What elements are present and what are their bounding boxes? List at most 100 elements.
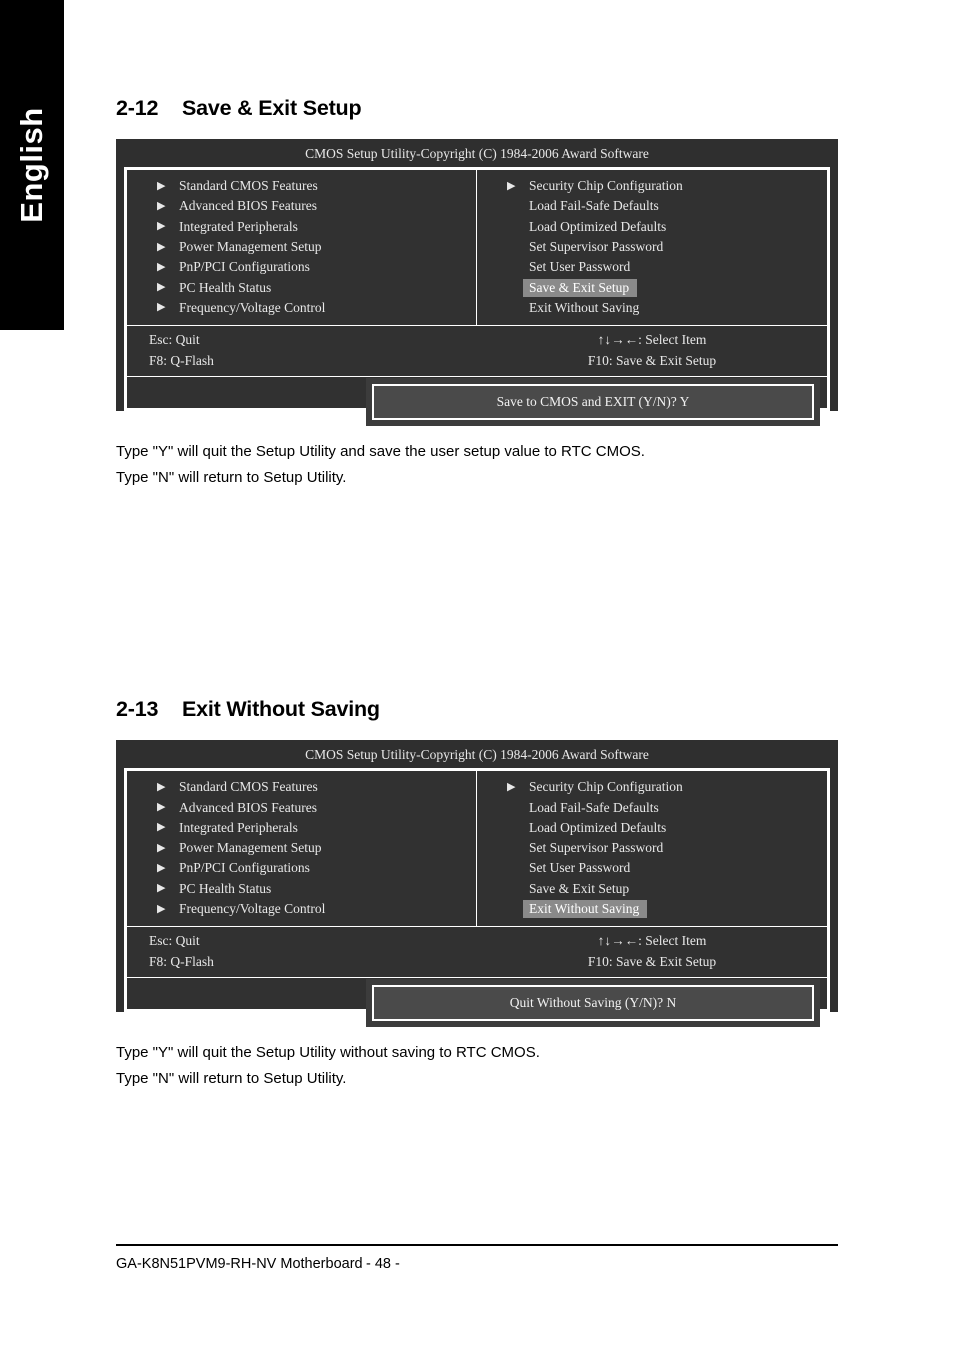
menu-item-label: Integrated Peripherals	[179, 819, 298, 835]
triangle-bullet-icon: ▶	[157, 902, 166, 915]
footer-page-number: - 48 -	[366, 1256, 400, 1272]
triangle-bullet-icon: ▶	[157, 882, 166, 895]
triangle-bullet-icon: ▶	[507, 780, 516, 793]
triangle-bullet-icon: ▶	[157, 861, 166, 874]
menu-item[interactable]: ▶Load Optimized Defaults	[477, 818, 827, 838]
menu-item-label: Save & Exit Setup	[529, 880, 630, 896]
page-content: 2-12 Save & Exit Setup CMOS Setup Utility…	[116, 0, 838, 1092]
section-paragraph: Type "N" will return to Setup Utility.	[116, 1070, 347, 1088]
bios-outer-frame: ▶ Standard CMOS Features ▶ Advanced BIOS F…	[124, 768, 830, 1013]
bios-inner-frame: ▶ Standard CMOS Features ▶ Advanced BIOS F…	[126, 169, 828, 410]
bios-menu-area: ▶ Standard CMOS Features ▶ Advanced BIOS F…	[127, 170, 827, 327]
triangle-bullet-icon: ▶	[157, 821, 166, 834]
menu-item[interactable]: ▶ Frequency/Voltage Control	[127, 899, 476, 919]
menu-item-label: Advanced BIOS Features	[179, 799, 317, 815]
menu-item-label: Frequency/Voltage Control	[179, 299, 326, 315]
menu-item[interactable]: ▶ PnP/PCI Configurations	[127, 858, 476, 878]
triangle-bullet-icon: ▶	[157, 240, 166, 253]
menu-item-label: Load Fail-Safe Defaults	[529, 799, 659, 815]
menu-item[interactable]: ▶ Frequency/Voltage Control	[127, 298, 476, 318]
menu-item[interactable]: ▶ Power Management Setup	[127, 838, 476, 858]
menu-item[interactable]: ▶Set Supervisor Password	[477, 237, 827, 257]
menu-item[interactable]: ▶ Security Chip Configuration	[477, 777, 827, 797]
key-legend-left: Esc: Quit F8: Q-Flash	[127, 326, 477, 376]
menu-item[interactable]: ▶ Advanced BIOS Features	[127, 797, 476, 817]
menu-item[interactable]: ▶Load Fail-Safe Defaults	[477, 196, 827, 216]
footer-product-name: GA-K8N51PVM9-RH-NV Motherboard	[116, 1256, 363, 1272]
menu-item-label: Integrated Peripherals	[179, 218, 298, 234]
menu-item[interactable]: ▶ Standard CMOS Features	[127, 777, 476, 797]
menu-item[interactable]: ▶Load Fail-Safe Defaults	[477, 797, 827, 817]
triangle-bullet-icon: ▶	[157, 801, 166, 814]
key-legend-item: F10: Save & Exit Setup	[587, 953, 717, 969]
bios-menu-column-right: ▶ Security Chip Configuration ▶Load Fail-…	[477, 771, 827, 926]
bios-title-bar: CMOS Setup Utility-Copyright (C) 1984-20…	[305, 747, 649, 763]
menu-item-label: Security Chip Configuration	[529, 779, 683, 795]
menu-item-label: PC Health Status	[179, 880, 272, 896]
menu-item[interactable]: ▶ Power Management Setup	[127, 237, 476, 257]
key-legend-left: Esc: Quit F8: Q-Flash	[127, 927, 477, 977]
menu-item-label: PnP/PCI Configurations	[179, 259, 310, 275]
menu-item[interactable]: ▶ Integrated Peripherals	[127, 818, 476, 838]
menu-item[interactable]: ▶Load Optimized Defaults	[477, 217, 827, 237]
triangle-bullet-icon: ▶	[157, 301, 166, 314]
bios-key-legend: Esc: Quit F8: Q-Flash ↑↓→←: Select Item …	[127, 927, 827, 979]
menu-item[interactable]: ▶ Security Chip Configuration	[477, 176, 827, 196]
menu-item[interactable]: ▶ Advanced BIOS Features	[127, 196, 476, 216]
menu-item[interactable]: ▶Set Supervisor Password	[477, 838, 827, 858]
menu-item-label: PnP/PCI Configurations	[179, 860, 310, 876]
menu-item-selected[interactable]: ▶Exit Without Saving	[477, 899, 827, 919]
triangle-bullet-icon: ▶	[507, 179, 516, 192]
key-legend-item: F10: Save & Exit Setup	[587, 352, 717, 368]
bios-title-bar: CMOS Setup Utility-Copyright (C) 1984-20…	[305, 146, 649, 161]
menu-item[interactable]: ▶Save & Exit Setup	[477, 879, 827, 899]
bios-menu-area: ▶ Standard CMOS Features ▶ Advanced BIOS F…	[127, 771, 827, 928]
menu-item-label: Set Supervisor Password	[529, 239, 664, 255]
bios-outer-frame: ▶ Standard CMOS Features ▶ Advanced BIOS F…	[124, 167, 830, 412]
key-legend-right: ↑↓→←: Select Item F10: Save & Exit Setup	[477, 326, 827, 376]
section-paragraph: Type "Y" will quit the Setup Utility and…	[116, 443, 645, 461]
section-number: 2-13	[116, 697, 159, 722]
menu-item[interactable]: ▶Set User Password	[477, 858, 827, 878]
bios-inner-frame: ▶ Standard CMOS Features ▶ Advanced BIOS F…	[126, 770, 828, 1011]
bios-menu-column-left: ▶ Standard CMOS Features ▶ Advanced BIOS F…	[127, 170, 477, 326]
key-legend-right: ↑↓→←: Select Item F10: Save & Exit Setup	[477, 927, 827, 977]
menu-item-selected[interactable]: ▶Save & Exit Setup	[477, 277, 827, 297]
menu-item[interactable]: ▶ Standard CMOS Features	[127, 176, 476, 196]
confirm-dialog-message: Quit Without Saving (Y/N)? N	[509, 995, 677, 1011]
menu-item-label: Frequency/Voltage Control	[179, 901, 326, 916]
confirm-dialog-save-exit[interactable]: Save to CMOS and EXIT (Y/N)? Y	[372, 384, 814, 420]
confirm-dialog-exit-without-saving[interactable]: Quit Without Saving (Y/N)? N	[372, 985, 814, 1022]
confirm-dialog-message: Save to CMOS and EXIT (Y/N)? Y	[496, 394, 690, 409]
menu-item-label: Load Fail-Safe Defaults	[529, 198, 659, 214]
menu-item[interactable]: ▶ PC Health Status	[127, 879, 476, 899]
menu-item-label: Save & Exit Setup	[523, 278, 638, 297]
menu-item-label: Advanced BIOS Features	[179, 198, 317, 214]
menu-item-label: Exit Without Saving	[523, 900, 648, 918]
triangle-bullet-icon: ▶	[157, 179, 166, 192]
section-paragraph: Type "N" will return to Setup Utility.	[116, 469, 347, 487]
menu-item-label: Set Supervisor Password	[529, 840, 664, 856]
menu-item-label: Standard CMOS Features	[179, 779, 318, 795]
bios-screenshot-save-exit: CMOS Setup Utility-Copyright (C) 1984-20…	[116, 139, 838, 426]
menu-item[interactable]: ▶ PC Health Status	[127, 277, 476, 297]
menu-item[interactable]: ▶ PnP/PCI Configurations	[127, 257, 476, 277]
menu-item[interactable]: ▶ Integrated Peripherals	[127, 217, 476, 237]
menu-item[interactable]: ▶Exit Without Saving	[477, 298, 827, 318]
page-footer: GA-K8N51PVM9-RH-NV Motherboard - 48 -	[116, 1244, 838, 1272]
bios-screenshot-exit-without-saving: CMOS Setup Utility-Copyright (C) 1984-20…	[116, 740, 838, 1028]
key-legend-item: F8: Q-Flash	[149, 352, 214, 368]
menu-item[interactable]: ▶Set User Password	[477, 257, 827, 277]
triangle-bullet-icon: ▶	[157, 220, 166, 233]
menu-item-label: Exit Without Saving	[529, 299, 640, 315]
menu-item-label: Load Optimized Defaults	[529, 218, 667, 234]
language-tab-label: English	[14, 107, 49, 223]
triangle-bullet-icon: ▶	[157, 199, 166, 212]
menu-item-label: Security Chip Configuration	[529, 178, 683, 194]
section-number: 2-12	[116, 96, 159, 120]
section-title: Save & Exit Setup	[182, 96, 362, 120]
key-legend-item: F8: Q-Flash	[149, 953, 214, 969]
triangle-bullet-icon: ▶	[157, 841, 166, 854]
bios-menu-column-left: ▶ Standard CMOS Features ▶ Advanced BIOS F…	[127, 771, 477, 927]
footer-row: GA-K8N51PVM9-RH-NV Motherboard - 48 -	[116, 1246, 838, 1272]
